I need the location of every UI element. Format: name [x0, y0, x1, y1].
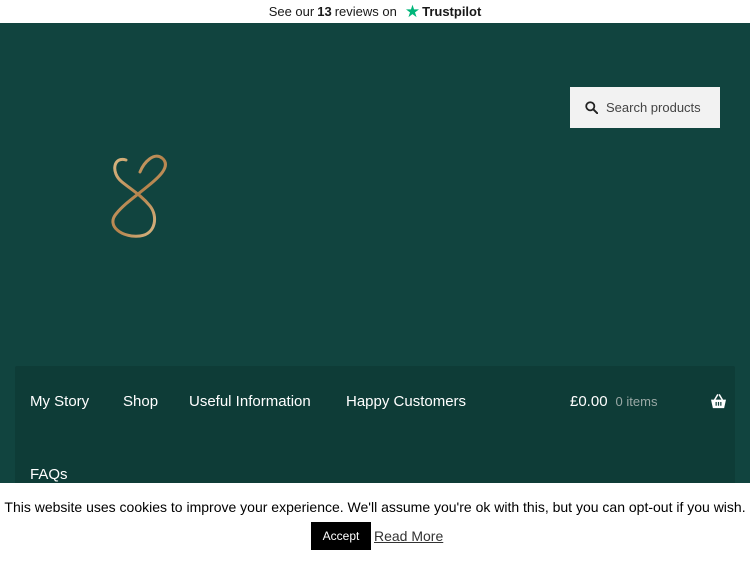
- trustpilot-review-count: 13: [317, 4, 332, 19]
- basket-icon[interactable]: [710, 394, 727, 409]
- trustpilot-brand: Trustpilot: [422, 4, 482, 19]
- accept-cookies-button[interactable]: Accept: [311, 522, 371, 550]
- mini-cart[interactable]: £0.00 0 items: [570, 393, 726, 410]
- search-box[interactable]: [570, 87, 720, 128]
- cart-amount: £0.00: [570, 393, 608, 410]
- trustpilot-banner[interactable]: See our 13 reviews on ★ Trustpilot: [0, 0, 750, 23]
- read-more-link[interactable]: Read More: [374, 528, 443, 544]
- trustpilot-star-icon: ★: [404, 2, 421, 21]
- search-input[interactable]: [604, 99, 718, 116]
- nav-item-useful-information[interactable]: Useful Information: [189, 393, 311, 410]
- nav-item-faqs[interactable]: FAQs: [30, 466, 68, 483]
- nav-item-happy-customers[interactable]: Happy Customers: [346, 393, 466, 410]
- trustpilot-suffix: reviews on: [334, 4, 397, 19]
- nav-item-my-story[interactable]: My Story: [30, 393, 89, 410]
- cookie-message: This website uses cookies to improve you…: [4, 499, 746, 515]
- heart-infinity-logo: [111, 154, 167, 238]
- trustpilot-prefix: See our: [268, 4, 315, 19]
- nav-item-shop[interactable]: Shop: [123, 393, 158, 410]
- cart-item-count: 0 items: [615, 394, 658, 409]
- search-icon: [585, 101, 598, 114]
- cookie-notice: This website uses cookies to improve you…: [0, 483, 750, 563]
